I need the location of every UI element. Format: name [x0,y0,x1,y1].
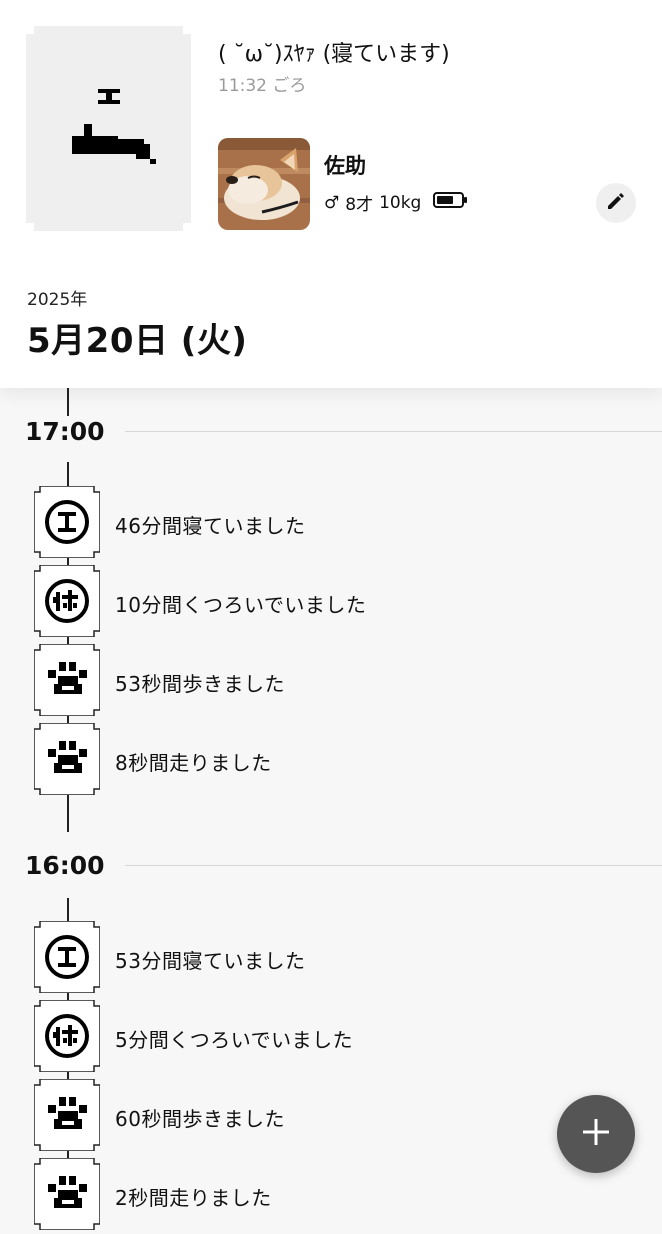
pencil-icon [606,191,626,215]
paw-icon [33,643,101,717]
entry-text: 53分間寝ていました [115,949,306,973]
entry-text: 10分間くつろいでいました [115,593,367,617]
entry-text: 46分間寝ていました [115,514,306,538]
edit-button[interactable] [596,183,636,223]
sleep-icon [33,485,101,559]
hour-divider [125,865,662,866]
timeline-entry[interactable]: 10分間くつろいでいました [33,564,634,638]
activity-timeline[interactable]: 17:00 46分間寝ていました 10分間くつろいでいました 53秒間歩きました… [0,388,662,1231]
pet-weight: 10kg [379,192,422,213]
add-entry-button[interactable] [557,1095,635,1173]
timeline-entry[interactable]: 5分間くつろいでいました [33,999,634,1073]
timeline-entry[interactable]: 60秒間歩きました [33,1078,634,1152]
pet-name: 佐助 [324,154,366,178]
entry-text: 53秒間歩きました [115,672,285,696]
hour-label: 16:00 [25,851,105,880]
timeline-entry[interactable]: 2秒間走りました [33,1157,634,1231]
gender-icon: ♂ [324,192,340,213]
pet-info: ♂ 8才 10kg [324,190,469,215]
paw-icon [33,722,101,796]
entry-text: 8秒間走りました [115,751,272,775]
hour-divider [125,431,662,432]
pet-status-pixel-image [26,26,191,231]
pet-status-text: ( ˘ω˘)ｽﾔｧ (寝ています) [218,42,450,67]
entry-text: 2秒間走りました [115,1186,272,1210]
entry-text: 5分間くつろいでいました [115,1028,354,1052]
rest-icon [33,564,101,638]
plus-icon [581,1117,611,1151]
status-time: 11:32 ごろ [218,76,307,96]
entry-text: 60秒間歩きました [115,1107,285,1131]
timeline-connector [67,388,69,416]
timeline-entry[interactable]: 53秒間歩きました [33,643,634,717]
timeline-entry[interactable]: 53分間寝ていました [33,920,634,994]
rest-icon [33,999,101,1073]
paw-icon [33,1157,101,1231]
timeline-entry[interactable]: 46分間寝ていました [33,485,634,559]
timeline-entry[interactable]: 8秒間走りました [33,722,634,796]
header: ( ˘ω˘)ｽﾔｧ (寝ています) 11:32 ごろ 佐助 ♂ 8才 10kg [0,0,662,388]
paw-icon [33,1078,101,1152]
sleep-icon [33,920,101,994]
pet-age: 8才 [345,195,374,215]
date-title[interactable]: 5月20日 (火) [27,313,247,362]
pet-avatar[interactable] [218,138,310,230]
hour-label: 17:00 [25,417,105,446]
battery-icon [433,191,469,214]
year-label: 2025年 [27,290,88,310]
